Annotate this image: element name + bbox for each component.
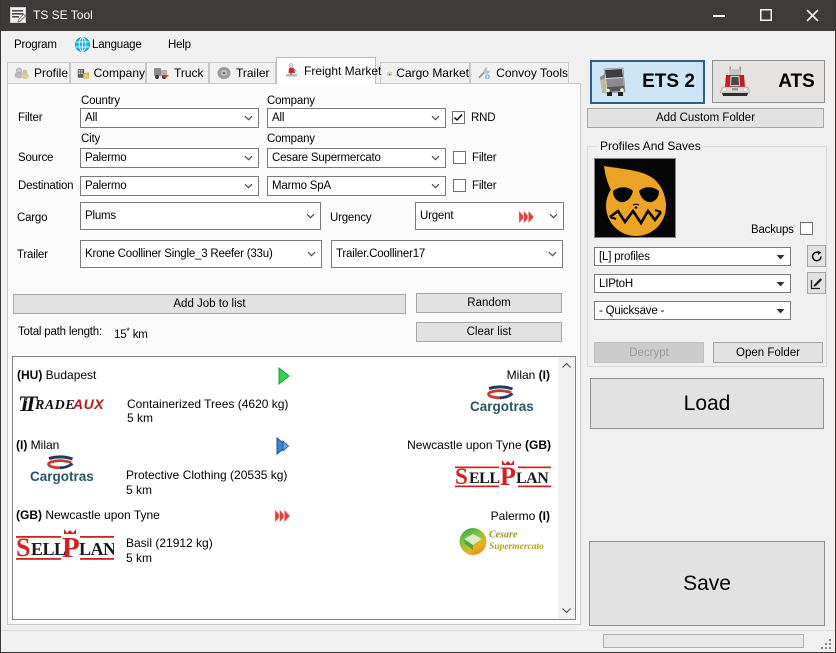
svg-text:P: P: [62, 532, 80, 563]
svg-text:P: P: [500, 462, 516, 489]
svg-text:Cargotras: Cargotras: [30, 469, 94, 484]
svg-text:Cesare: Cesare: [489, 530, 518, 541]
svg-text:AUX: AUX: [72, 396, 105, 412]
svg-text:RADE: RADE: [34, 398, 75, 413]
svg-text:Cargotras: Cargotras: [470, 399, 534, 414]
svg-text:S: S: [455, 464, 468, 489]
svg-text:ELL: ELL: [469, 470, 500, 487]
svg-text:LAN: LAN: [79, 539, 114, 559]
svg-text:Supermercato: Supermercato: [489, 542, 544, 552]
svg-text:ELL: ELL: [31, 539, 66, 559]
svg-text:S: S: [16, 533, 30, 562]
svg-text:LAN: LAN: [516, 470, 549, 487]
